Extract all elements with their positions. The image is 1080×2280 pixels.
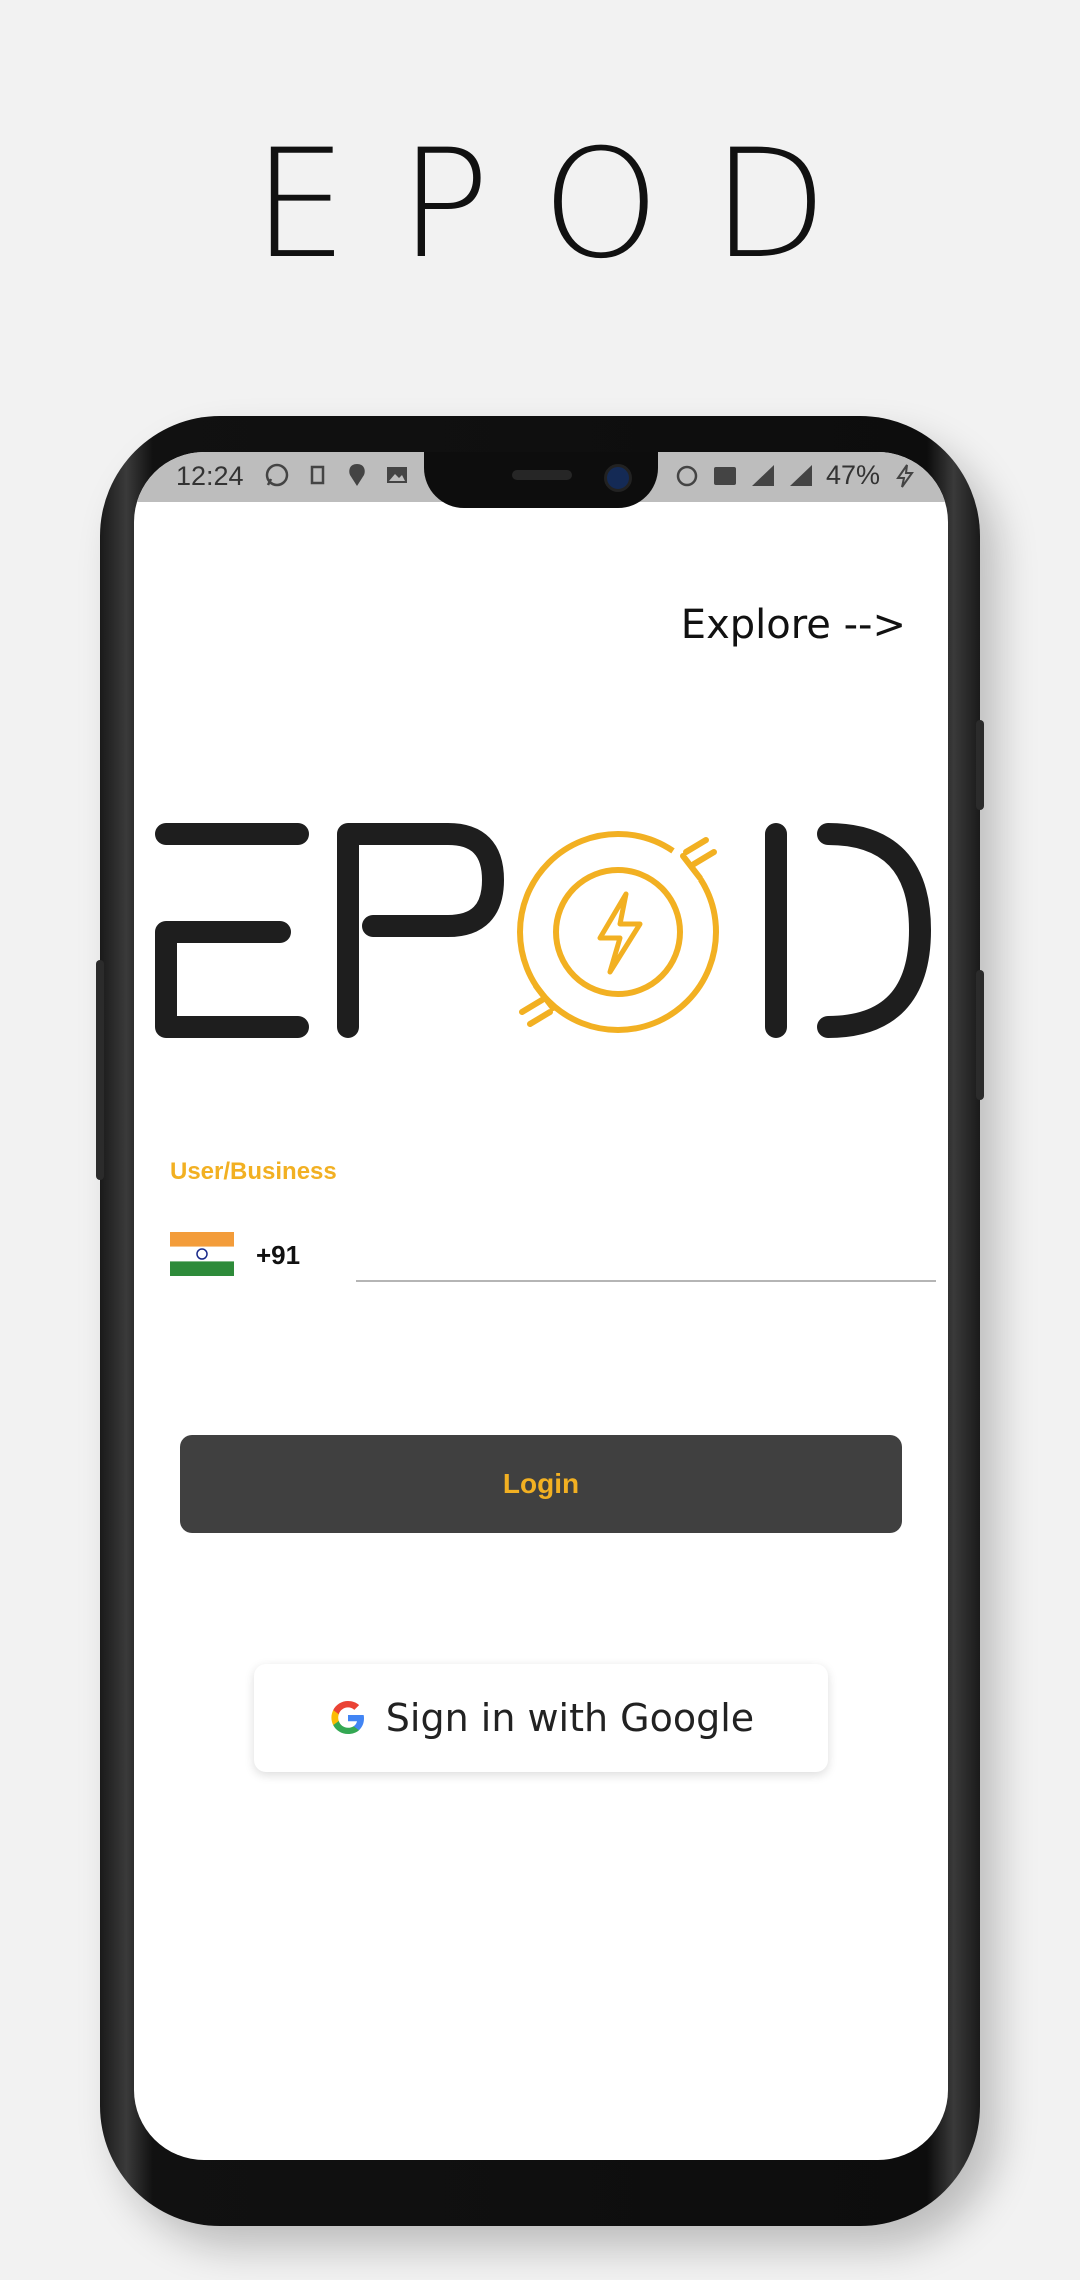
phone-slider-button (96, 960, 104, 1180)
image-icon (387, 467, 407, 483)
india-flag-icon[interactable] (170, 1232, 234, 1276)
logo-letter-e (155, 823, 309, 1038)
whatsapp-icon (265, 463, 289, 487)
signal-icon (751, 464, 774, 486)
logo-plug-icon (517, 831, 719, 1033)
status-icons-right: 47% (674, 460, 918, 491)
phone-volume-button (976, 970, 984, 1100)
logo-letter-p (337, 823, 504, 1038)
google-sign-in-button[interactable]: Sign in with Google (254, 1664, 828, 1772)
user-business-label: User/Business (170, 1158, 337, 1185)
explore-link[interactable]: Explore --> (681, 602, 906, 648)
volte-icon (713, 466, 736, 485)
swiggy-icon (349, 464, 365, 486)
promo-title: EPOD (252, 118, 880, 292)
country-code[interactable]: +91 (256, 1240, 300, 1271)
front-camera (604, 464, 632, 492)
phone-number-input[interactable] (356, 1222, 936, 1282)
logo-letter-d (765, 823, 931, 1038)
google-sign-in-label: Sign in with Google (385, 1696, 755, 1740)
charging-icon (896, 463, 914, 488)
signal-4g-icon (789, 464, 812, 486)
earpiece-speaker (512, 470, 572, 480)
status-bar: 12:24 47% (134, 452, 948, 508)
phone-power-button (976, 720, 984, 810)
google-icon (331, 1701, 364, 1734)
battery-percent: 47% (825, 460, 880, 490)
sim-icon (310, 465, 325, 485)
login-button[interactable]: Login (180, 1435, 902, 1533)
epod-logo (155, 823, 931, 1038)
status-time: 12:24 (176, 461, 244, 491)
status-icons-left (264, 462, 410, 488)
sync-icon (676, 465, 698, 486)
app-screen: 12:24 47% Explore --> User/Business +91 … (134, 452, 948, 2160)
